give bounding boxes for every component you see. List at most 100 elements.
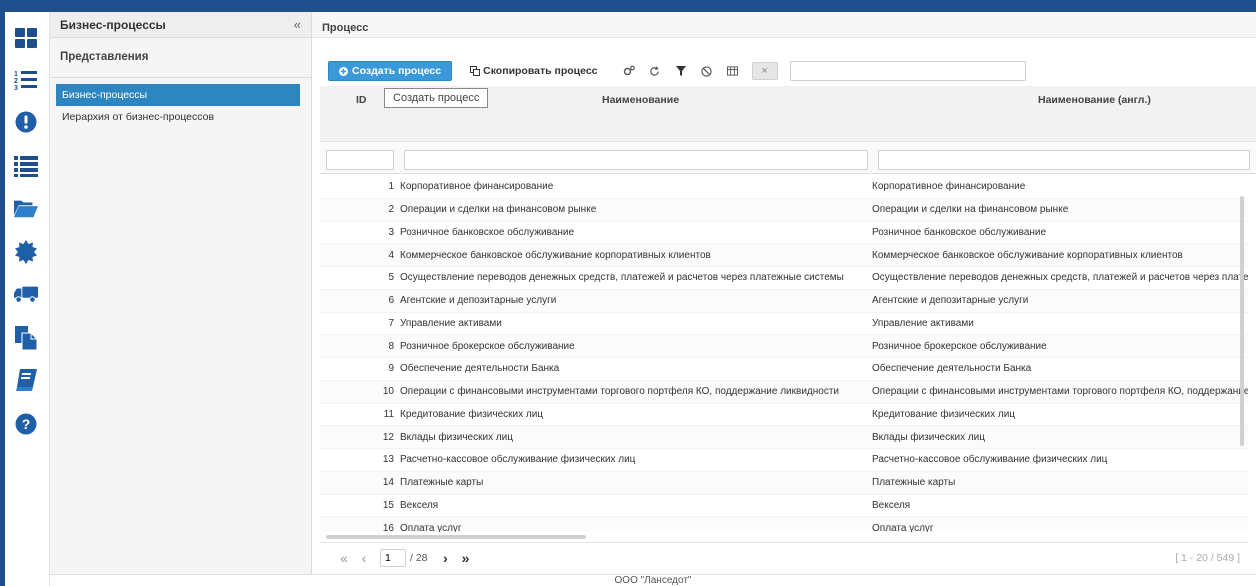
settings-icon[interactable] (616, 61, 642, 81)
filter-input-name-en[interactable] (878, 150, 1250, 170)
table-row[interactable]: 3 Розничное банковское обслуживание Рознич… (320, 222, 1248, 245)
cell-id: 5 (388, 272, 394, 284)
svg-text:?: ? (22, 416, 31, 432)
cell-name-en: Обеспечение деятельности Банка (872, 363, 1032, 375)
icon-rail: 123 ? (0, 12, 50, 586)
cell-name: Вклады физических лиц (400, 431, 513, 443)
cell-name: Управление активами (400, 317, 502, 329)
filter-icon[interactable] (668, 61, 694, 81)
cell-name-en: Кредитование физических лиц (872, 408, 1016, 420)
cell-name: Операции с финансовыми инструментами тор… (400, 386, 839, 398)
cell-id: 9 (388, 363, 394, 375)
create-process-label: Создать процесс (352, 65, 442, 77)
search-input[interactable] (789, 61, 1026, 81)
cell-name-en: Оплата услуг (872, 522, 934, 532)
table-row[interactable]: 13 Расчетно-кассовое обслуживание физичес… (320, 449, 1248, 472)
views-section: Представления (50, 38, 311, 78)
horizontal-scrollbar[interactable] (320, 532, 1248, 542)
cell-id: 12 (382, 431, 394, 443)
views-section-title: Представления (60, 51, 149, 63)
numbered-list-icon[interactable]: 123 (14, 68, 38, 92)
filter-input-id[interactable] (326, 150, 394, 170)
cell-id: 6 (388, 295, 394, 307)
cell-name: Коммерческое банковское обслуживание кор… (400, 249, 711, 261)
table-row[interactable]: 4 Коммерческое банковское обслуживание ко… (320, 244, 1248, 267)
filter-input-name[interactable] (404, 150, 868, 170)
prev-page-button[interactable]: ‹ (354, 550, 374, 566)
help-icon[interactable]: ? (14, 412, 38, 436)
horizontal-scroll-thumb[interactable] (326, 535, 586, 539)
cell-name-en: Расчетно-кассовое обслуживание физически… (872, 454, 1108, 466)
cell-name: Розничное банковское обслуживание (400, 226, 575, 238)
cell-name-en: Операции с финансовыми инструментами тор… (872, 386, 1248, 398)
cell-name-en: Розничное банковское обслуживание (872, 226, 1047, 238)
table-row[interactable]: 14 Платежные карты Платежные карты (320, 471, 1248, 495)
table-row[interactable]: 15 Векселя Векселя (320, 495, 1248, 518)
apps-grid-icon[interactable] (14, 26, 38, 50)
documents-icon[interactable] (14, 326, 38, 350)
page-total: / 28 (410, 551, 428, 564)
cell-id: 15 (382, 499, 394, 511)
create-process-button[interactable]: Создать процесс (328, 61, 453, 81)
table-row[interactable]: 6 Агентские и депозитарные услуги Агентски… (320, 289, 1248, 313)
grid-body: 1 Корпоративное финансирование Корпоративн… (320, 176, 1248, 532)
svg-text:3: 3 (14, 85, 18, 91)
cell-id: 13 (382, 454, 394, 466)
cell-name-en: Управление активами (872, 317, 974, 329)
clear-filter-icon[interactable] (694, 61, 720, 81)
alert-icon[interactable] (14, 110, 38, 134)
vertical-scroll-thumb[interactable] (1240, 196, 1244, 446)
footer-company: ООО "Ланседот" (50, 574, 1256, 586)
cell-name-en: Корпоративное финансирование (872, 181, 1026, 193)
vertical-scrollbar[interactable] (1238, 180, 1246, 536)
gear-badge-icon[interactable] (14, 240, 38, 264)
view-item-hierarchy[interactable]: Иерархия от бизнес-процессов (56, 106, 300, 128)
view-item-business-processes[interactable]: Бизнес-процессы (56, 84, 300, 106)
table-row[interactable]: 2 Операции и сделки на финансовом рынке Оп… (320, 198, 1248, 222)
folder-open-icon[interactable] (14, 196, 38, 220)
table-row[interactable]: 16 Оплата услуг Оплата услуг (320, 517, 1248, 532)
views-list: Бизнес-процессы Иерархия от бизнес-проце… (50, 78, 311, 128)
cell-name-en: Векселя (872, 499, 911, 511)
table-row[interactable]: 5 Осуществление переводов денежных средст… (320, 267, 1248, 290)
cell-id: 2 (388, 204, 394, 216)
column-header-id[interactable]: ID (356, 94, 367, 106)
table-row[interactable]: 7 Управление активами Управление активами (320, 313, 1248, 336)
table-row[interactable]: 10 Операции с финансовыми инструментами т… (320, 380, 1248, 404)
table-row[interactable]: 8 Розничное брокерское обслуживание Рознич… (320, 335, 1248, 358)
cell-id: 4 (388, 249, 394, 261)
list-icon[interactable] (14, 154, 38, 178)
cell-name: Розничное брокерское обслуживание (400, 340, 575, 352)
cell-id: 7 (388, 317, 394, 329)
copy-process-button[interactable]: Скопировать процесс (462, 61, 605, 81)
page-number-input[interactable] (380, 548, 406, 567)
cell-name-en: Операции и сделки на финансовом рынке (872, 204, 1069, 216)
book-icon[interactable] (14, 368, 38, 392)
table-row[interactable]: 12 Вклады физических лиц Вклады физических… (320, 426, 1248, 449)
refresh-icon[interactable] (642, 61, 668, 81)
column-header-name[interactable]: Наименование (602, 94, 679, 106)
cell-id: 11 (383, 408, 394, 420)
truck-icon[interactable] (14, 282, 38, 306)
table-row[interactable]: 9 Обеспечение деятельности Банка Обеспечен… (320, 358, 1248, 381)
cell-id: 16 (382, 522, 394, 532)
table-row[interactable]: 11 Кредитование физических лиц Кредитовани… (320, 404, 1248, 427)
table-row[interactable]: 1 Корпоративное финансирование Корпоративн… (320, 176, 1248, 199)
cell-name-en: Агентские и депозитарные услуги (872, 295, 1029, 307)
copy-icon (470, 66, 481, 76)
pager: « ‹ / 28 › » [ 1 - 20 / 549 ] (320, 542, 1248, 572)
last-page-button[interactable]: » (456, 550, 476, 566)
column-header-name-en[interactable]: Наименование (англ.) (1038, 94, 1151, 106)
next-page-button[interactable]: › (436, 550, 456, 566)
svg-text:1: 1 (14, 71, 18, 78)
columns-icon[interactable] (720, 61, 746, 81)
cell-name: Операции и сделки на финансовом рынке (400, 204, 597, 216)
first-page-button[interactable]: « (334, 550, 354, 566)
filter-row (320, 142, 1256, 174)
clear-search-button[interactable]: × (751, 62, 778, 80)
create-process-tooltip: Создать процесс (384, 88, 489, 108)
collapse-panel-button[interactable]: « (294, 17, 301, 32)
cell-name-en: Вклады физических лиц (872, 431, 985, 443)
cell-name-en: Коммерческое банковское обслуживание кор… (872, 249, 1183, 261)
cell-name: Платежные карты (400, 477, 484, 489)
